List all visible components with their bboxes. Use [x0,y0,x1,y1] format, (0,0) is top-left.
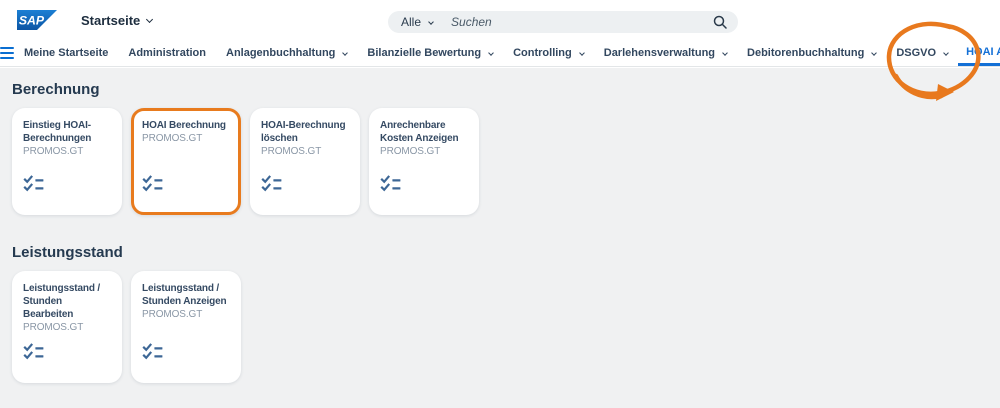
checklist-icon [142,343,163,360]
nav-item-anlagenbuchhaltung[interactable]: Anlagenbuchhaltung [216,40,357,66]
chevron-down-icon [722,50,728,56]
tile-subtitle: PROMOS.GT [142,309,230,320]
homepage-title-menu[interactable]: Startseite [81,13,152,28]
nav-item-administration[interactable]: Administration [118,40,216,66]
chevron-down-icon [579,50,585,56]
tile-title: Anrechenbare Kos­ten Anzeigen [380,119,468,145]
tile-subtitle: PROMOS.GT [380,146,468,157]
nav-item-meine-startseite[interactable]: Meine Startseite [14,40,118,66]
chevron-down-icon [343,50,349,56]
nav-item-hoai-anwender[interactable]: HOAI Anwender [958,40,1000,66]
tile-subtitle: PROMOS.GT [23,146,111,157]
tile-hoai-berechnung[interactable]: HOAI Berechnung PROMOS.GT [131,108,241,215]
tile-group-berechnung: Einstieg HOAI-Berechnungen PROMOS.GT HOA… [12,108,1000,215]
tile-title: Einstieg HOAI-Berechnungen [23,119,111,145]
tile-group-leistungsstand: Leistungsstand / Stunden Bearbeiten PROM… [12,271,1000,383]
tile-title: Leistungsstand / Stunden Anzeigen [142,282,230,308]
chevron-down-icon [943,50,949,56]
search-scope-value: Alle [401,15,421,29]
section-title-berechnung: Berechnung [12,68,1000,98]
tile-subtitle: PROMOS.GT [23,322,111,333]
tile-leistungsstand-stunden-bearbeiten[interactable]: Leistungsstand / Stunden Bearbeiten PROM… [12,271,122,383]
search-bar: Alle [388,11,738,33]
top-bar: SAP Startseite Alle [0,0,1000,40]
magnifier-icon [713,15,727,29]
tile-title: HOAI Berechnung [142,119,230,132]
tile-title: HOAI-Berechnung löschen [261,119,349,145]
checklist-icon [261,175,282,192]
nav-item-dsgvo[interactable]: DSGVO [886,40,958,66]
checklist-icon [142,175,163,192]
nav-item-darlehensverwaltung[interactable]: Darlehensverwaltung [594,40,737,66]
nav-item-controlling[interactable]: Controlling [503,40,594,66]
tile-anrechenbare-kosten-anzeigen[interactable]: Anrechenbare Kos­ten Anzeigen PROMOS.GT [369,108,479,215]
nav-bar: Meine Startseite Administration Anlagenb… [0,40,1000,67]
chevron-down-icon [488,50,494,56]
tile-leistungsstand-stunden-anzeigen[interactable]: Leistungsstand / Stunden Anzeigen PROMOS… [131,271,241,383]
hamburger-icon [0,47,14,59]
tile-subtitle: PROMOS.GT [261,146,349,157]
chevron-down-icon [146,15,153,22]
search-scope-select[interactable]: Alle [401,15,433,29]
svg-text:SAP: SAP [19,14,45,28]
checklist-icon [23,343,44,360]
checklist-icon [380,175,401,192]
search-button[interactable] [713,15,727,29]
chevron-down-icon [872,50,878,56]
tile-hoai-berechnung-loeschen[interactable]: HOAI-Berechnung löschen PROMOS.GT [250,108,360,215]
content-area: Berechnung Einstieg HOAI-Berechnungen PR… [0,68,1000,408]
page-title: Startseite [81,13,140,28]
tile-subtitle: PROMOS.GT [142,133,230,144]
nav-item-bilanzielle-bewertung[interactable]: Bilanzielle Bewertung [357,40,503,66]
checklist-icon [23,175,44,192]
tile-einstieg-hoai-berechnungen[interactable]: Einstieg HOAI-Berechnungen PROMOS.GT [12,108,122,215]
section-title-leistungsstand: Leistungsstand [12,215,1000,261]
nav-item-debitorenbuchhaltung[interactable]: Debitorenbuchhaltung [737,40,886,66]
menu-button[interactable] [0,40,14,66]
sap-logo-icon: SAP [17,10,57,30]
sap-logo[interactable]: SAP [17,10,57,30]
search-input[interactable] [451,15,713,29]
chevron-down-icon [428,19,434,25]
tile-title: Leistungsstand / Stunden Bearbeiten [23,282,111,321]
